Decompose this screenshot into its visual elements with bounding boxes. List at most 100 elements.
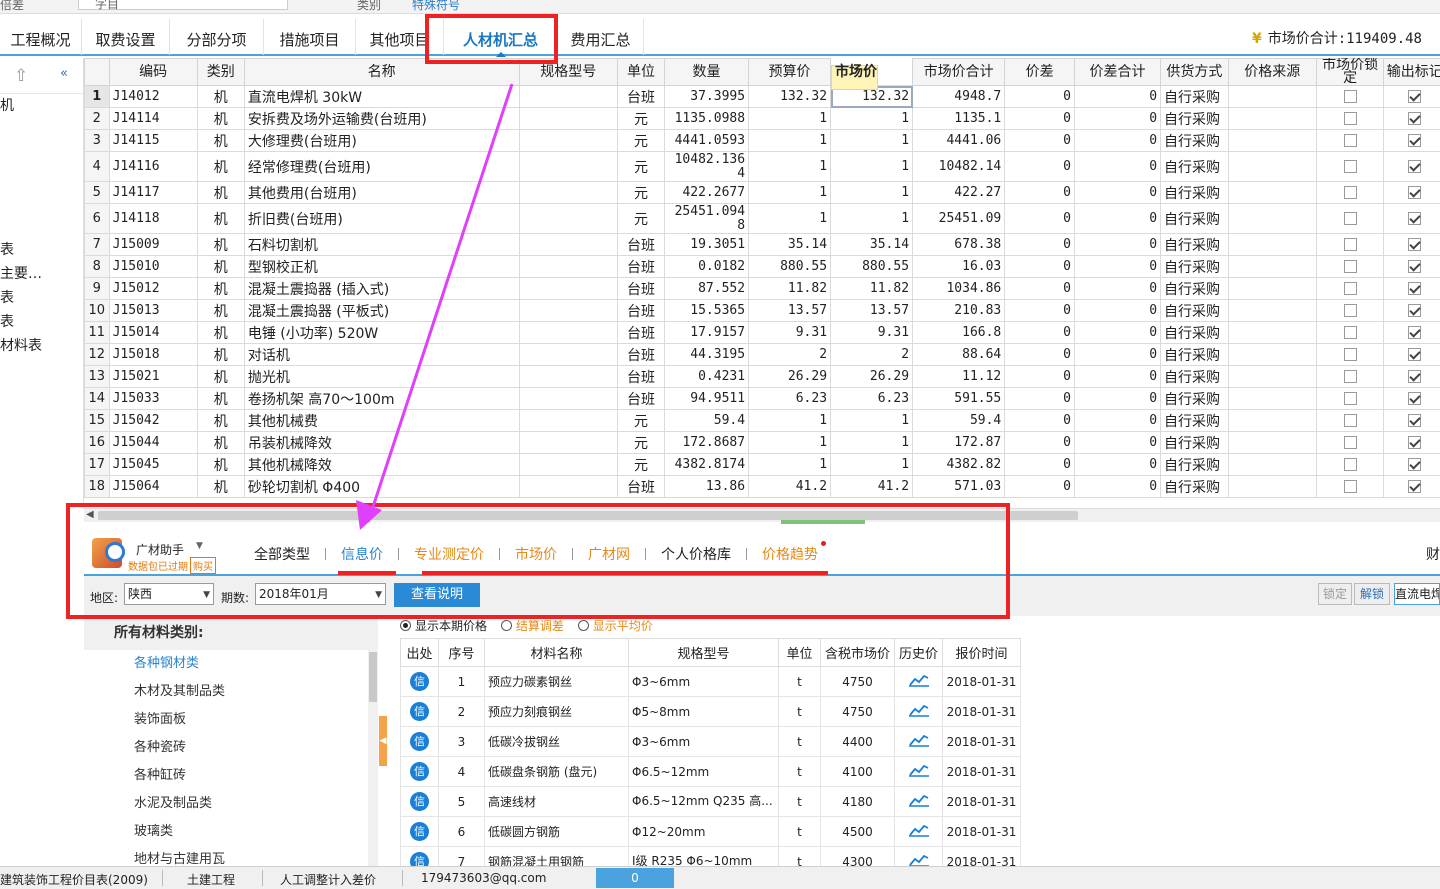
cell-supply[interactable]: 自行采购 bbox=[1160, 387, 1229, 410]
market-lock-checkbox[interactable] bbox=[1343, 480, 1357, 493]
column-header[interactable]: 名称 bbox=[243, 58, 520, 86]
cell-difftotal[interactable]: 0 bbox=[1073, 475, 1162, 498]
cell-code[interactable]: J15045 bbox=[108, 453, 198, 476]
column-header[interactable]: 编码 bbox=[108, 58, 198, 86]
cell-price[interactable]: 4750 bbox=[820, 666, 895, 697]
cell-market[interactable]: 11.82 bbox=[830, 277, 914, 300]
cell-diff[interactable]: 0 bbox=[1004, 151, 1075, 182]
cell-supply[interactable]: 自行采购 bbox=[1160, 475, 1229, 498]
cell-code[interactable]: J14115 bbox=[108, 129, 198, 152]
cell-name[interactable]: 预应力刻痕钢丝 bbox=[484, 696, 629, 727]
subtab-info-price[interactable]: 信息价 bbox=[341, 544, 383, 564]
cell-budget[interactable]: 41.2 bbox=[748, 475, 832, 498]
column-header[interactable]: 价差 bbox=[1004, 58, 1075, 86]
cell-total[interactable]: 166.8 bbox=[912, 321, 1006, 344]
cell-name[interactable]: 其他机械费 bbox=[243, 409, 520, 432]
cell-diff[interactable]: 0 bbox=[1004, 409, 1075, 432]
output-mark-checkbox[interactable] bbox=[1408, 370, 1422, 383]
category-item[interactable]: 玻璃类 bbox=[84, 818, 378, 846]
cell-supply[interactable]: 自行采购 bbox=[1160, 453, 1229, 476]
cell-source[interactable] bbox=[1227, 365, 1317, 388]
tab-labor-material-summary[interactable]: 人材机汇总 bbox=[444, 19, 558, 57]
category-item[interactable]: 地材与古建用瓦 bbox=[84, 846, 378, 866]
column-header[interactable]: 市场价 bbox=[831, 65, 879, 90]
cell-source[interactable] bbox=[1227, 107, 1317, 130]
cell-diff[interactable]: 0 bbox=[1004, 233, 1075, 256]
cell-qty[interactable]: 1135.0988 bbox=[664, 107, 750, 130]
cell-spec[interactable]: Φ3~6mm bbox=[628, 666, 779, 697]
cell-market[interactable]: 1 bbox=[830, 107, 914, 130]
tab-overview[interactable]: 工程概况 bbox=[0, 19, 82, 55]
trend-chart-icon[interactable] bbox=[908, 673, 929, 687]
cell-unit[interactable]: 元 bbox=[616, 181, 666, 204]
cell-name[interactable]: 低碳冷拔钢丝 bbox=[484, 726, 629, 757]
cell-code[interactable]: J14012 bbox=[108, 85, 198, 108]
nav-item[interactable] bbox=[0, 118, 83, 142]
cell-qty[interactable]: 19.3051 bbox=[664, 233, 750, 256]
tab-other-items[interactable]: 其他项目 bbox=[356, 19, 444, 55]
table-row[interactable]: 17 J15045 机其他机械降效元 4382.8174 1 1 4382.82 0 0 自行采购 bbox=[84, 453, 1440, 476]
market-lock-checkbox[interactable] bbox=[1343, 414, 1357, 427]
cell-cat[interactable]: 机 bbox=[196, 151, 245, 182]
cell-spec[interactable]: Φ12~20mm bbox=[628, 816, 779, 847]
column-header[interactable]: 出处 bbox=[400, 638, 439, 667]
trend-chart-icon[interactable] bbox=[908, 793, 929, 807]
cell-unit[interactable]: 台班 bbox=[616, 387, 666, 410]
cell-cat[interactable]: 机 bbox=[196, 233, 245, 256]
cell-total[interactable]: 210.83 bbox=[912, 299, 1006, 322]
cell-code[interactable]: J15044 bbox=[108, 431, 198, 454]
cell-cat[interactable]: 机 bbox=[196, 255, 245, 278]
trend-chart-icon[interactable] bbox=[908, 823, 929, 837]
cell-code[interactable]: J15021 bbox=[108, 365, 198, 388]
cell-qty[interactable]: 37.3995 bbox=[664, 85, 750, 108]
cell-cat[interactable]: 机 bbox=[196, 453, 245, 476]
cell-spec[interactable] bbox=[518, 203, 618, 234]
cell-diff[interactable]: 0 bbox=[1004, 277, 1075, 300]
cell-source[interactable] bbox=[1227, 343, 1317, 366]
unlock-button[interactable]: 解锁 bbox=[1354, 583, 1390, 605]
table-row[interactable]: 10 J15013 机混凝土震捣器 (平板式) 台班 15.5365 13.57 13.57… bbox=[84, 299, 1440, 322]
output-mark-checkbox[interactable] bbox=[1408, 282, 1422, 295]
cell-difftotal[interactable]: 0 bbox=[1073, 431, 1162, 454]
cell-no[interactable]: 1 bbox=[438, 666, 485, 697]
cell-qty[interactable]: 422.2677 bbox=[664, 181, 750, 204]
category-item[interactable]: 水泥及制品类 bbox=[84, 790, 378, 818]
cell-total[interactable]: 59.4 bbox=[912, 409, 1006, 432]
cell-supply[interactable]: 自行采购 bbox=[1160, 255, 1229, 278]
column-header[interactable]: 单位 bbox=[616, 58, 666, 86]
cell-spec[interactable]: Ⅰ级 R235 Φ6~10mm bbox=[628, 846, 779, 866]
cell-qty[interactable]: 0.0182 bbox=[664, 255, 750, 278]
cell-spec[interactable] bbox=[518, 475, 618, 498]
nav-item[interactable] bbox=[0, 214, 83, 238]
cell-market[interactable]: 1 bbox=[830, 203, 914, 234]
cell-spec[interactable] bbox=[518, 453, 618, 476]
cell-supply[interactable]: 自行采购 bbox=[1160, 277, 1229, 300]
cell-spec[interactable] bbox=[518, 431, 618, 454]
cell-no[interactable]: 6 bbox=[438, 816, 485, 847]
cell-difftotal[interactable]: 0 bbox=[1073, 453, 1162, 476]
output-mark-checkbox[interactable] bbox=[1408, 326, 1422, 339]
cell-price[interactable]: 4400 bbox=[820, 726, 895, 757]
table-row[interactable]: 3 J14115 机大修理费(台班用) 元 4441.0593 1 1 4441.06 0 0 自行… bbox=[84, 129, 1440, 152]
cell-source[interactable] bbox=[1227, 203, 1317, 234]
cell-source[interactable] bbox=[1227, 233, 1317, 256]
tab-sub-items[interactable]: 分部分项 bbox=[170, 19, 264, 55]
cell-name[interactable]: 卷扬机架 高70～100m bbox=[243, 387, 520, 410]
cell-spec[interactable] bbox=[518, 387, 618, 410]
column-header[interactable]: 输出标记 bbox=[1383, 58, 1440, 86]
output-mark-checkbox[interactable] bbox=[1408, 348, 1422, 361]
cell-spec[interactable] bbox=[518, 233, 618, 256]
cell-budget[interactable]: 1 bbox=[748, 151, 832, 182]
cell-budget[interactable]: 1 bbox=[748, 409, 832, 432]
market-lock-checkbox[interactable] bbox=[1343, 212, 1357, 225]
category-item[interactable]: 各种钢材类 bbox=[84, 650, 378, 678]
cell-cat[interactable]: 机 bbox=[196, 299, 245, 322]
cell-name[interactable]: 混凝土震捣器 (插入式) bbox=[243, 277, 520, 300]
cell-supply[interactable]: 自行采购 bbox=[1160, 129, 1229, 152]
cell-difftotal[interactable]: 0 bbox=[1073, 343, 1162, 366]
nav-item[interactable] bbox=[0, 142, 83, 166]
cell-supply[interactable]: 自行采购 bbox=[1160, 299, 1229, 322]
cell-name[interactable]: 砂轮切割机 Φ400 bbox=[243, 475, 520, 498]
cell-qty[interactable]: 44.3195 bbox=[664, 343, 750, 366]
cell-total[interactable]: 172.87 bbox=[912, 431, 1006, 454]
